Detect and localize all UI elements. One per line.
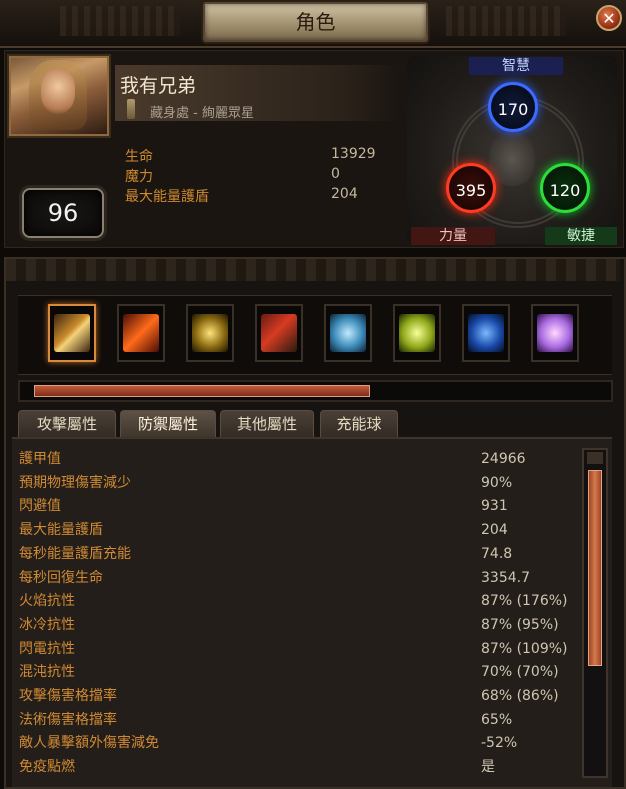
panel-ornament: [6, 259, 620, 281]
stat-label-energy-shield: 最大能量護盾: [125, 189, 209, 205]
skill-slot[interactable]: [393, 304, 441, 362]
blue-slam-icon: [468, 314, 504, 352]
character-name: 我有兄弟: [120, 75, 197, 97]
defense-stats-table: 護甲值 24966 預期物理傷害減少 90% 閃避值 931 最大能量護盾 204 每秒能量護盾…: [12, 437, 612, 787]
table-row: 閃避值 931: [19, 495, 579, 517]
table-row: 每秒能量護盾充能 74.8: [19, 543, 579, 565]
scroll-up-cap[interactable]: [587, 452, 603, 464]
skill-slot[interactable]: [324, 304, 372, 362]
table-row: 敵人暴擊額外傷害減免 -52%: [19, 732, 579, 754]
table-row: 預期物理傷害減少 90%: [19, 472, 579, 494]
character-level: 96: [47, 199, 79, 227]
skill-slot[interactable]: [462, 304, 510, 362]
skill-scroll-thumb[interactable]: [34, 385, 370, 397]
stat-name: 混沌抗性: [19, 664, 75, 681]
stat-name: 冰冷抗性: [19, 616, 75, 633]
table-row: 最大能量護盾 204: [19, 519, 579, 541]
skill-slot[interactable]: [255, 304, 303, 362]
skill-slot[interactable]: [531, 304, 579, 362]
stat-value-mana: 0: [331, 166, 340, 182]
ice-figure-icon: [330, 314, 366, 352]
strength-label: 力量: [411, 227, 495, 245]
portrait-face: [41, 68, 75, 114]
intelligence-orb[interactable]: 170: [488, 82, 538, 132]
stat-value: -52%: [481, 735, 518, 752]
stat-name: 火焰抗性: [19, 593, 75, 610]
stat-value: 68% (86%): [481, 688, 559, 704]
stat-name: 每秒回復生命: [19, 569, 103, 586]
stat-name: 敵人暴擊額外傷害減免: [19, 735, 159, 752]
character-hideout: 藏身處 - 絢麗眾星: [150, 106, 254, 121]
tab-other[interactable]: 其他屬性: [220, 410, 314, 437]
skill-scroll-bar[interactable]: [18, 380, 613, 402]
stat-value: 90%: [481, 474, 513, 491]
stats-scroll-thumb[interactable]: [588, 470, 602, 666]
tab-defense[interactable]: 防禦屬性: [120, 410, 216, 437]
stat-value: 931: [481, 498, 508, 515]
tab-attack[interactable]: 攻擊屬性: [18, 410, 116, 437]
stat-value: 87% (176%): [481, 593, 568, 610]
stat-value: 74.8: [481, 545, 513, 562]
stat-value: 是: [481, 759, 495, 776]
stat-name: 攻擊傷害格擋率: [19, 688, 117, 704]
intelligence-label: 智慧: [469, 57, 563, 75]
table-row: 攻擊傷害格擋率 68% (86%): [19, 685, 579, 707]
stats-scrollbar[interactable]: [582, 448, 608, 778]
purple-aura-icon: [537, 314, 573, 352]
stat-name: 最大能量護盾: [19, 522, 103, 539]
lightning-figure-icon: [399, 314, 435, 352]
title-ornament-left: [60, 6, 180, 36]
shield-charge-icon: [261, 314, 297, 352]
skill-slot[interactable]: [186, 304, 234, 362]
stat-value: 3354.7: [481, 569, 530, 586]
stat-value: 65%: [481, 711, 513, 728]
stat-value: 87% (95%): [481, 616, 559, 633]
stat-name: 預期物理傷害減少: [19, 474, 131, 491]
dexterity-label: 敏捷: [545, 227, 617, 245]
fire-slash-icon: [123, 314, 159, 352]
table-row: 每秒回復生命 3354.7: [19, 567, 579, 589]
title-bar: 角色 ✕: [0, 0, 626, 48]
stat-label-life: 生命: [125, 149, 153, 165]
table-row: 混沌抗性 70% (70%): [19, 661, 579, 683]
stat-name: 每秒能量護盾充能: [19, 545, 131, 562]
skill-slot[interactable]: [117, 304, 165, 362]
table-row: 法術傷害格擋率 65%: [19, 709, 579, 731]
table-row: 護甲值 24966: [19, 448, 579, 470]
stat-name: 護甲值: [19, 451, 61, 467]
stat-value-energy-shield: 204: [331, 186, 358, 202]
character-portrait: [9, 56, 109, 136]
mask-ornament-icon: [489, 132, 535, 186]
title-ornament-right: [446, 6, 566, 36]
stat-name: 閃避值: [19, 498, 61, 515]
table-row: 閃電抗性 87% (109%): [19, 638, 579, 660]
stat-name: 法術傷害格擋率: [19, 711, 117, 728]
stat-label-mana: 魔力: [125, 169, 153, 185]
stat-value: 70% (70%): [481, 664, 559, 681]
character-header: 我有兄弟 藏身處 - 絢麗眾星 96 生命 13929 魔力 0 最大能量護盾 …: [4, 50, 624, 248]
table-row: 免疫點燃 是: [19, 756, 579, 778]
close-icon: ✕: [602, 9, 616, 28]
golden-sigil-icon: [192, 314, 228, 352]
dexterity-orb[interactable]: 120: [540, 163, 590, 213]
table-row: 火焰抗性 87% (176%): [19, 590, 579, 612]
level-badge: 96: [22, 188, 104, 238]
window-title: 角色: [203, 2, 428, 42]
skill-slot[interactable]: [48, 304, 96, 362]
table-row: 冰冷抗性 87% (95%): [19, 614, 579, 636]
stat-value-life: 13929: [331, 146, 376, 162]
class-icon: [127, 99, 135, 119]
attribute-panel: 智慧 170 395 120 力量 敏捷: [407, 56, 617, 245]
skill-bar: [18, 295, 612, 375]
stat-value: 87% (109%): [481, 640, 568, 657]
sword-icon: [54, 314, 90, 352]
tab-charges[interactable]: 充能球: [320, 410, 398, 437]
strength-orb[interactable]: 395: [446, 163, 496, 213]
stat-name: 閃電抗性: [19, 640, 75, 657]
stat-value: 204: [481, 522, 508, 539]
stat-name: 免疫點燃: [19, 759, 75, 776]
close-button[interactable]: ✕: [596, 5, 622, 31]
stat-value: 24966: [481, 451, 526, 467]
